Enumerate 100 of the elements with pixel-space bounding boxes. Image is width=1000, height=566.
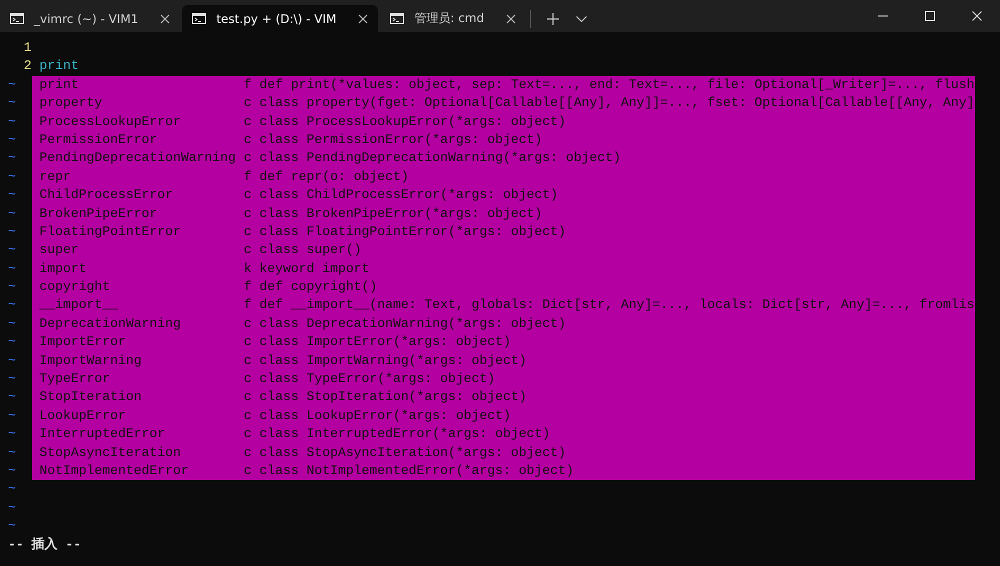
completion-item[interactable]: import <box>39 260 244 278</box>
empty-line-marker: ~ <box>8 278 16 296</box>
item-signature: class super() <box>259 241 362 260</box>
item-kind: c <box>244 406 253 425</box>
close-icon[interactable] <box>972 11 982 21</box>
completion-row[interactable]: FloatingPointError c class FloatingPointError(*args: object) <box>32 222 974 242</box>
completion-item[interactable]: repr <box>39 168 244 186</box>
item-kind: c <box>244 333 253 352</box>
item-signature: def print(*values: object, sep: Text=..., end: Text=..., file: Optional[_Writer]=..., flush <box>259 76 974 94</box>
item-signature: class TypeError(*args: object) <box>259 370 496 388</box>
item-kind: c <box>244 94 253 112</box>
completion-row[interactable]: print f def print(*values: object, sep: Text=..., end: Text=..., file: Optional[_Writer]=..., flush <box>32 76 974 94</box>
completion-item[interactable]: copyright <box>39 278 244 296</box>
empty-line-marker: ~ <box>8 444 16 462</box>
completion-item[interactable]: StopIteration <box>39 388 244 407</box>
item-signature: class ProcessLookupError(*args: object) <box>259 112 566 131</box>
completion-row[interactable]: ProcessLookupError c class ProcessLookupError(*args: object) <box>32 112 974 131</box>
completion-item[interactable]: StopAsyncIteration <box>39 444 244 462</box>
item-signature: class StopIteration(*args: object) <box>259 388 527 406</box>
maximize-icon[interactable] <box>924 11 934 21</box>
item-signature: class DeprecationWarning(*args: object) <box>259 314 566 333</box>
completion-row[interactable]: copyright f def copyright() <box>32 278 974 296</box>
completion-row[interactable]: import k keyword import <box>32 260 974 278</box>
empty-line-marker: ~ <box>8 94 16 112</box>
completion-row[interactable]: PendingDeprecationWarning c class PendingDeprecationWarning(*args: object) <box>32 149 974 168</box>
completion-item[interactable]: DeprecationWarning <box>39 314 244 334</box>
completion-item[interactable]: PermissionError <box>39 130 244 150</box>
completion-row[interactable]: super c class super() <box>32 241 974 260</box>
completion-item[interactable]: property <box>39 94 244 113</box>
empty-line-marker: ~ <box>8 222 16 241</box>
completion-row[interactable]: ImportWarning c class ImportWarning(*args: object) <box>32 352 974 370</box>
completion-row[interactable]: TypeError c class TypeError(*args: object) <box>32 370 974 388</box>
terminal-icon <box>10 13 24 24</box>
plus-icon[interactable] <box>547 12 560 24</box>
item-signature: class ImportWarning(*args: object) <box>259 352 527 370</box>
tab[interactable]: test.py + (D:\) - VIM <box>182 5 378 32</box>
item-signature: def __import__(name: Text, globals: Dict[str, Any]=..., locals: Dict[str, Any]=..., fromlis <box>259 296 974 314</box>
item-kind: c <box>244 314 253 333</box>
completion-row[interactable]: ChildProcessError c class ChildProcessError(*args: object) <box>32 186 974 205</box>
item-kind: f <box>244 76 253 94</box>
empty-line-marker: ~ <box>8 186 16 204</box>
completion-item[interactable]: NotImplementedError <box>39 462 244 480</box>
item-kind: c <box>244 130 253 149</box>
completion-row[interactable]: repr f def repr(o: object) <box>32 168 974 186</box>
item-signature: class InterruptedError(*args: object) <box>259 425 550 444</box>
item-signature: class PendingDeprecationWarning(*args: object) <box>259 149 621 168</box>
completion-row[interactable]: __import__ f def __import__(name: Text, globals: Dict[str, Any]=..., locals: Dict[str, Any]=..., fromlis <box>32 296 974 315</box>
completion-item[interactable]: ImportError <box>39 333 244 352</box>
empty-line-marker: ~ <box>8 149 16 168</box>
item-kind: k <box>244 260 253 278</box>
empty-line-marker: ~ <box>8 204 16 223</box>
item-kind: c <box>244 444 253 462</box>
item-kind: c <box>244 462 253 480</box>
completion-item[interactable]: InterruptedError <box>39 425 244 444</box>
item-signature: class ImportError(*args: object) <box>259 333 511 352</box>
completion-item[interactable]: super <box>39 241 244 260</box>
item-kind: c <box>244 388 253 406</box>
completion-row[interactable]: BrokenPipeError c class BrokenPipeError(*args: object) <box>32 204 974 223</box>
item-signature: class BrokenPipeError(*args: object) <box>259 204 542 223</box>
completion-item[interactable]: TypeError <box>39 370 244 388</box>
completion-row[interactable]: LookupError c class LookupError(*args: object) <box>32 406 974 426</box>
completion-row[interactable]: DeprecationWarning c class DeprecationWarning(*args: object) <box>32 314 974 334</box>
completion-row[interactable]: StopAsyncIteration c class StopAsyncIteration(*args: object) <box>32 444 974 462</box>
empty-line-marker: ~ <box>8 168 16 186</box>
tab[interactable]: _vimrc (~) - VIM1 <box>0 5 180 32</box>
completion-item[interactable]: LookupError <box>39 406 244 426</box>
completion-item[interactable]: ImportWarning <box>39 352 244 370</box>
item-kind: f <box>244 168 253 186</box>
empty-line-marker: ~ <box>8 130 16 149</box>
completion-row[interactable]: property c class property(fget: Optional[Callable[[Any], Any]]=..., fset: Optional[Callable[[Any, Any] <box>32 94 974 113</box>
close-tab-icon[interactable] <box>506 14 516 24</box>
empty-line-marker: ~ <box>8 406 16 425</box>
completion-item[interactable]: __import__ <box>39 296 244 315</box>
completion-item[interactable]: FloatingPointError <box>39 222 244 242</box>
completion-item[interactable]: print <box>39 76 244 94</box>
completion-row[interactable]: InterruptedError c class InterruptedError(*args: object) <box>32 425 974 444</box>
item-kind: c <box>244 149 253 168</box>
completion-item[interactable]: ChildProcessError <box>39 186 244 205</box>
completion-item[interactable]: PendingDeprecationWarning <box>39 149 244 168</box>
item-kind: c <box>244 425 253 444</box>
completion-row[interactable]: PermissionError c class PermissionError(*args: object) <box>32 130 974 150</box>
item-signature: class ChildProcessError(*args: object) <box>259 186 558 204</box>
mode-indicator: -- 插入 -- <box>8 536 82 554</box>
close-tab-icon[interactable] <box>160 14 170 24</box>
completion-row[interactable]: StopIteration c class StopIteration(*args: object) <box>32 388 974 407</box>
empty-line-marker: ~ <box>8 388 16 406</box>
completion-row[interactable]: NotImplementedError c class NotImplementedError(*args: object) <box>32 462 974 480</box>
empty-line-marker: ~ <box>8 241 16 260</box>
completion-item[interactable]: BrokenPipeError <box>39 204 244 223</box>
empty-line-marker: ~ <box>8 517 16 536</box>
completion-item[interactable]: ProcessLookupError <box>39 112 244 131</box>
tab[interactable]: 管理员: cmd <box>380 5 526 32</box>
chevron-down-icon[interactable] <box>576 16 587 22</box>
close-tab-icon[interactable] <box>358 14 368 24</box>
empty-line-marker: ~ <box>8 480 16 498</box>
item-signature: keyword import <box>259 260 370 278</box>
code-text: print <box>39 57 79 76</box>
completion-row[interactable]: ImportError c class ImportError(*args: object) <box>32 333 974 352</box>
item-kind: c <box>244 204 253 223</box>
item-signature: class NotImplementedError(*args: object) <box>259 462 574 480</box>
